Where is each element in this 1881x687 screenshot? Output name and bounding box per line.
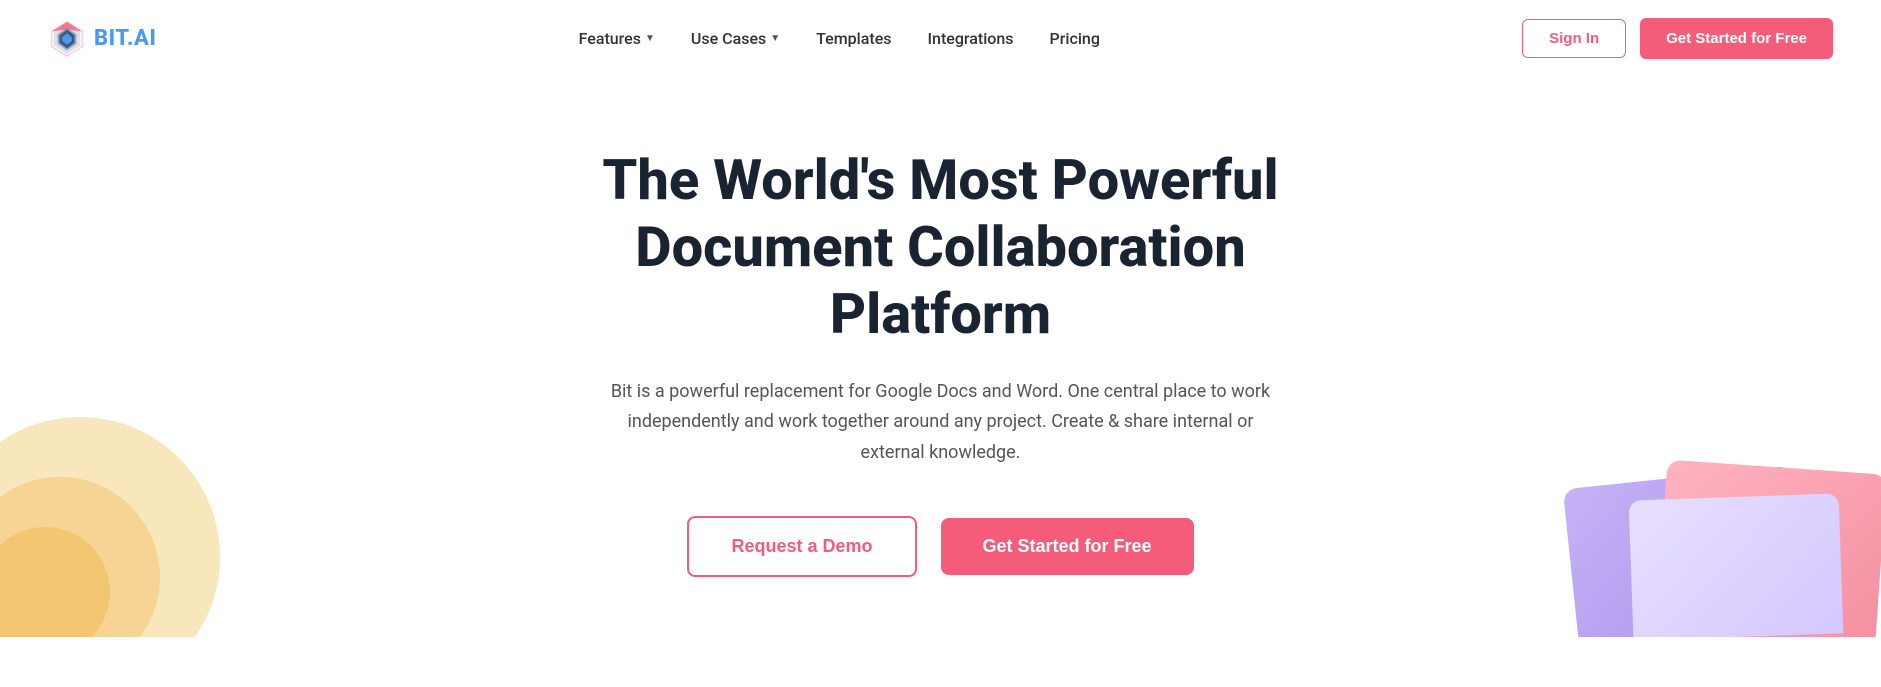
hero-section: The World's Most Powerful Document Colla… xyxy=(0,77,1881,637)
chevron-down-icon: ▼ xyxy=(645,33,655,44)
chevron-down-icon: ▼ xyxy=(770,33,780,44)
nav-item-features[interactable]: Features ▼ xyxy=(579,29,655,48)
nav-link-integrations[interactable]: Integrations xyxy=(928,29,1014,48)
nav-link-features[interactable]: Features ▼ xyxy=(579,29,655,48)
nav-link-use-cases[interactable]: Use Cases ▼ xyxy=(691,29,780,48)
deco-cards-right xyxy=(1561,417,1881,637)
hero-buttons: Request a Demo Get Started for Free xyxy=(687,516,1193,577)
nav-item-templates[interactable]: Templates xyxy=(816,29,891,48)
nav-link-templates[interactable]: Templates xyxy=(816,29,891,48)
logo-icon xyxy=(48,20,86,58)
nav-link-pricing[interactable]: Pricing xyxy=(1050,29,1100,48)
deco-circles-left xyxy=(0,417,220,637)
signin-button[interactable]: Sign In xyxy=(1522,19,1626,58)
hero-title: The World's Most Powerful Document Colla… xyxy=(541,147,1341,349)
nav-item-pricing[interactable]: Pricing xyxy=(1050,29,1100,48)
request-demo-button[interactable]: Request a Demo xyxy=(687,516,916,577)
deco-card-pink xyxy=(1655,460,1881,637)
get-started-hero-button[interactable]: Get Started for Free xyxy=(941,518,1194,575)
deco-circle-inner xyxy=(0,527,110,637)
deco-circle-middle xyxy=(0,477,160,637)
nav-links: Features ▼ Use Cases ▼ Templates Integra… xyxy=(579,29,1100,48)
nav-item-integrations[interactable]: Integrations xyxy=(928,29,1014,48)
hero-subtitle: Bit is a powerful replacement for Google… xyxy=(601,377,1281,469)
deco-circle-outer xyxy=(0,417,220,637)
deco-card-purple xyxy=(1563,466,1810,638)
get-started-nav-button[interactable]: Get Started for Free xyxy=(1640,18,1833,59)
logo-text: BIT.AI xyxy=(94,26,156,51)
deco-card-lavender xyxy=(1629,494,1844,638)
logo[interactable]: BIT.AI xyxy=(48,20,156,58)
navbar: BIT.AI Features ▼ Use Cases ▼ Templates … xyxy=(0,0,1881,77)
nav-item-use-cases[interactable]: Use Cases ▼ xyxy=(691,29,780,48)
nav-actions: Sign In Get Started for Free xyxy=(1522,18,1833,59)
